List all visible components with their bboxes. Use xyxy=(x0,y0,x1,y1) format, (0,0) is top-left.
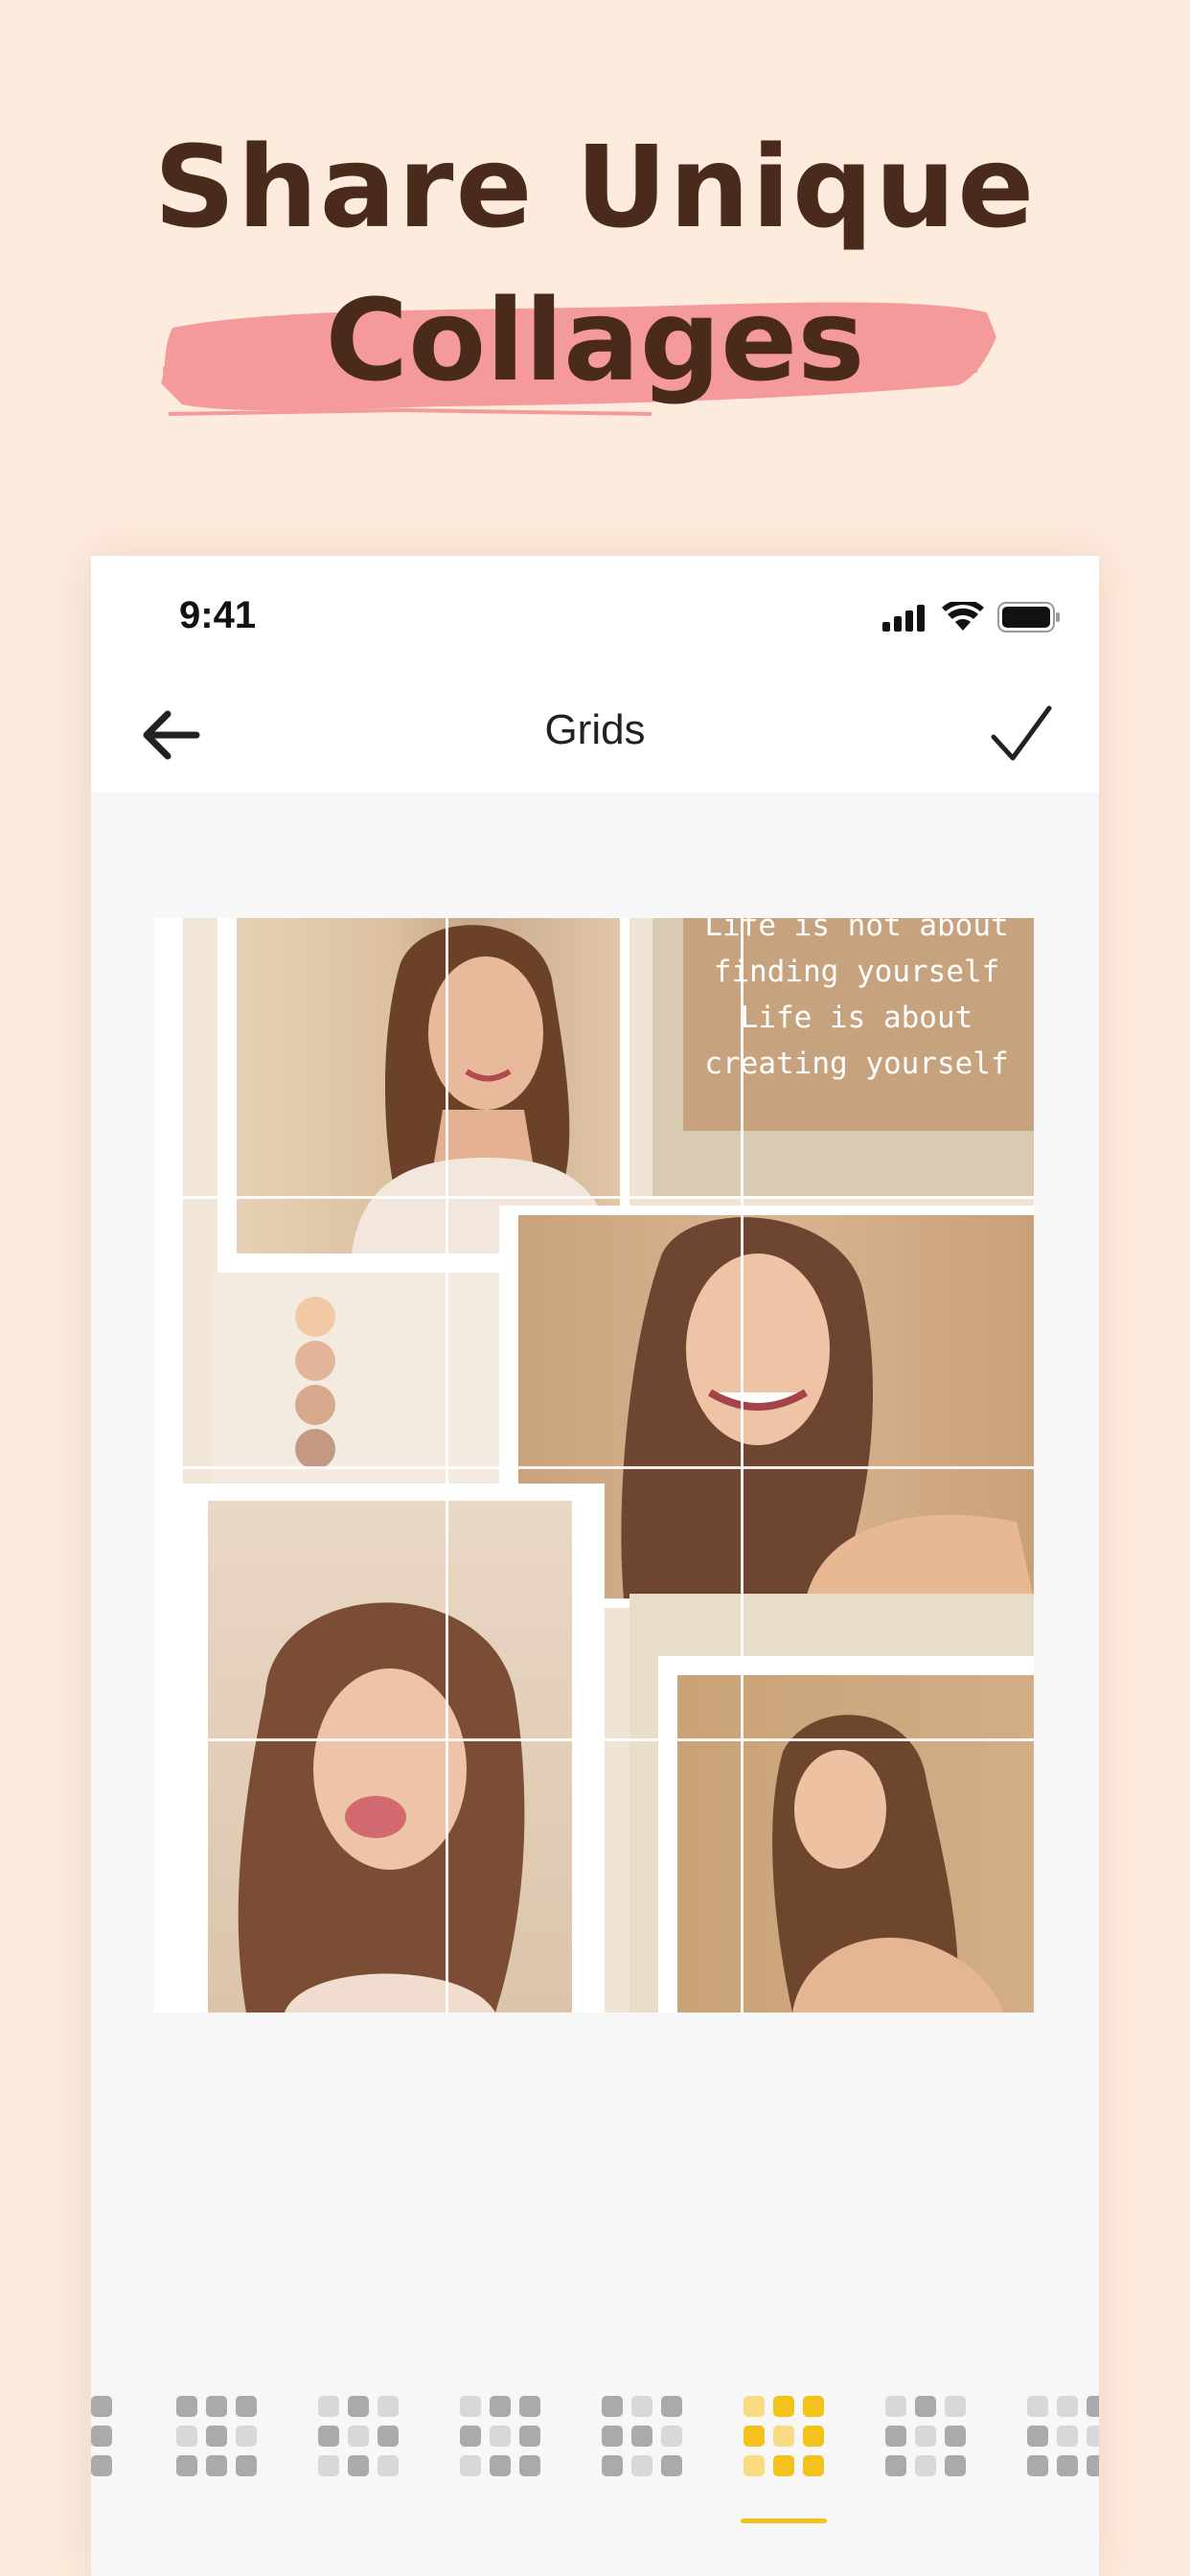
grid-layout-icon[interactable] xyxy=(602,2396,682,2476)
grid-layout-icon[interactable] xyxy=(318,2396,399,2476)
grid-guide-horizontal xyxy=(154,1738,1034,1741)
headline-line-1: Share Unique xyxy=(153,121,1037,253)
swatch-card xyxy=(212,1273,528,1493)
color-swatch xyxy=(295,1385,335,1425)
status-icons xyxy=(882,602,1061,632)
phone-mockup: 9:41 Grids is not about finding yourself… xyxy=(91,556,1099,2576)
grid-guide-vertical xyxy=(741,918,744,2012)
headline: Share Unique Collages xyxy=(0,115,1190,416)
headline-line-2: Collages xyxy=(325,274,865,406)
grid-layout-selector xyxy=(91,2396,1099,2576)
portrait-photo[interactable] xyxy=(237,918,620,1254)
grid-guide-horizontal xyxy=(154,1196,1034,1199)
collage-preview[interactable]: Life is not about finding yourself Life … xyxy=(154,918,1034,2012)
grid-guide-vertical xyxy=(446,918,448,2012)
woman-portrait-illustration xyxy=(352,925,615,1254)
status-bar: 9:41 xyxy=(91,556,1099,676)
grid-layout-icon[interactable] xyxy=(91,2396,112,2476)
page-title: Grids xyxy=(544,706,646,753)
selected-layout-indicator xyxy=(741,2518,827,2523)
woman-over-shoulder-illustration xyxy=(772,1714,1003,2012)
checkmark-icon[interactable] xyxy=(990,704,1053,764)
color-swatch xyxy=(295,1341,335,1381)
grid-layout-icon[interactable] xyxy=(176,2396,257,2476)
color-swatch xyxy=(295,1297,335,1337)
color-swatch xyxy=(295,1429,335,1469)
over-shoulder-photo[interactable] xyxy=(677,1675,1034,2012)
smiling-photo[interactable] xyxy=(208,1501,572,2012)
grid-layout-icon[interactable] xyxy=(460,2396,540,2476)
grid-layout-icon[interactable] xyxy=(885,2396,966,2476)
navigation-bar: Grids xyxy=(91,676,1099,793)
woman-smiling-illustration xyxy=(238,1602,525,2012)
cellular-signal-icon xyxy=(882,605,925,632)
grid-layout-icon-selected[interactable] xyxy=(744,2396,824,2476)
battery-icon xyxy=(997,602,1060,632)
grid-guide-horizontal xyxy=(154,1466,1034,1469)
quote-text: Life is not about finding yourself Life … xyxy=(704,918,1009,1081)
wifi-icon xyxy=(942,602,984,631)
grid-layout-icon[interactable] xyxy=(1027,2396,1099,2476)
status-time: 9:41 xyxy=(179,594,257,636)
